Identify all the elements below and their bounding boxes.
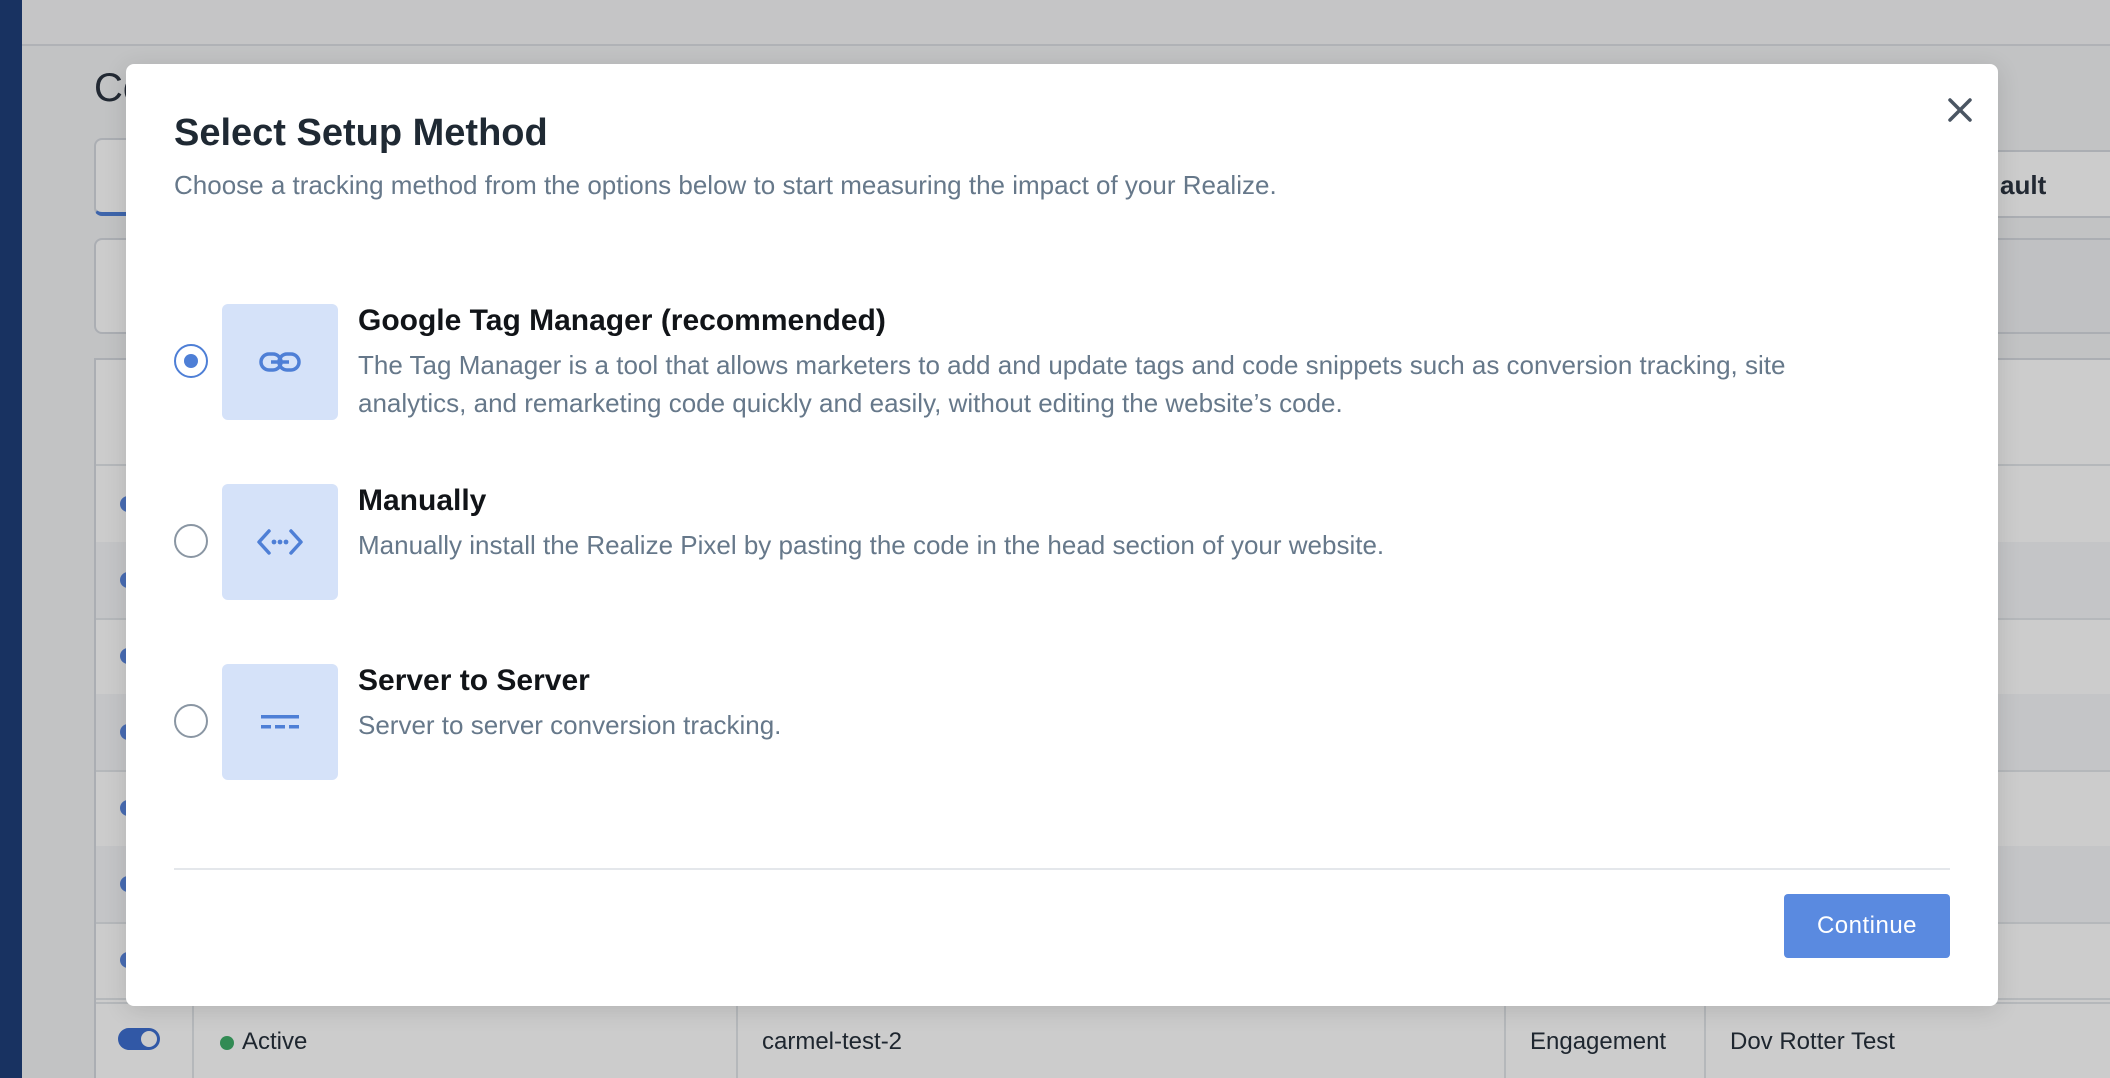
radio-server-to-server[interactable] bbox=[174, 704, 208, 738]
option-manually[interactable]: Manually Manually install the Realize Pi… bbox=[174, 484, 1944, 602]
link-icon bbox=[259, 352, 301, 372]
option-title: Google Tag Manager (recommended) bbox=[358, 304, 886, 337]
option-title: Server to Server bbox=[358, 664, 590, 697]
option-title: Manually bbox=[358, 484, 487, 517]
option-google-tag-manager[interactable]: Google Tag Manager (recommended) The Tag… bbox=[174, 304, 1944, 422]
continue-button[interactable]: Continue bbox=[1784, 894, 1950, 958]
option-description: Manually install the Realize Pixel by pa… bbox=[358, 530, 1385, 560]
close-button[interactable] bbox=[1934, 84, 1986, 136]
code-icon bbox=[257, 529, 303, 555]
option-icon-box bbox=[222, 484, 338, 600]
option-description: The Tag Manager is a tool that allows ma… bbox=[358, 350, 1786, 418]
option-icon-box bbox=[222, 304, 338, 420]
option-icon-box bbox=[222, 664, 338, 780]
radio-manually[interactable] bbox=[174, 524, 208, 558]
modal-title: Select Setup Method bbox=[174, 112, 548, 154]
modal-footer-divider bbox=[174, 868, 1950, 870]
modal-subtitle: Choose a tracking method from the option… bbox=[174, 170, 1277, 200]
close-icon bbox=[1948, 98, 1972, 122]
setup-method-modal: Select Setup Method Choose a tracking me… bbox=[126, 64, 1998, 1006]
server-icon bbox=[261, 715, 299, 729]
option-server-to-server[interactable]: Server to Server Server to server conver… bbox=[174, 664, 1944, 782]
radio-google-tag-manager[interactable] bbox=[174, 344, 208, 378]
option-description: Server to server conversion tracking. bbox=[358, 710, 782, 740]
